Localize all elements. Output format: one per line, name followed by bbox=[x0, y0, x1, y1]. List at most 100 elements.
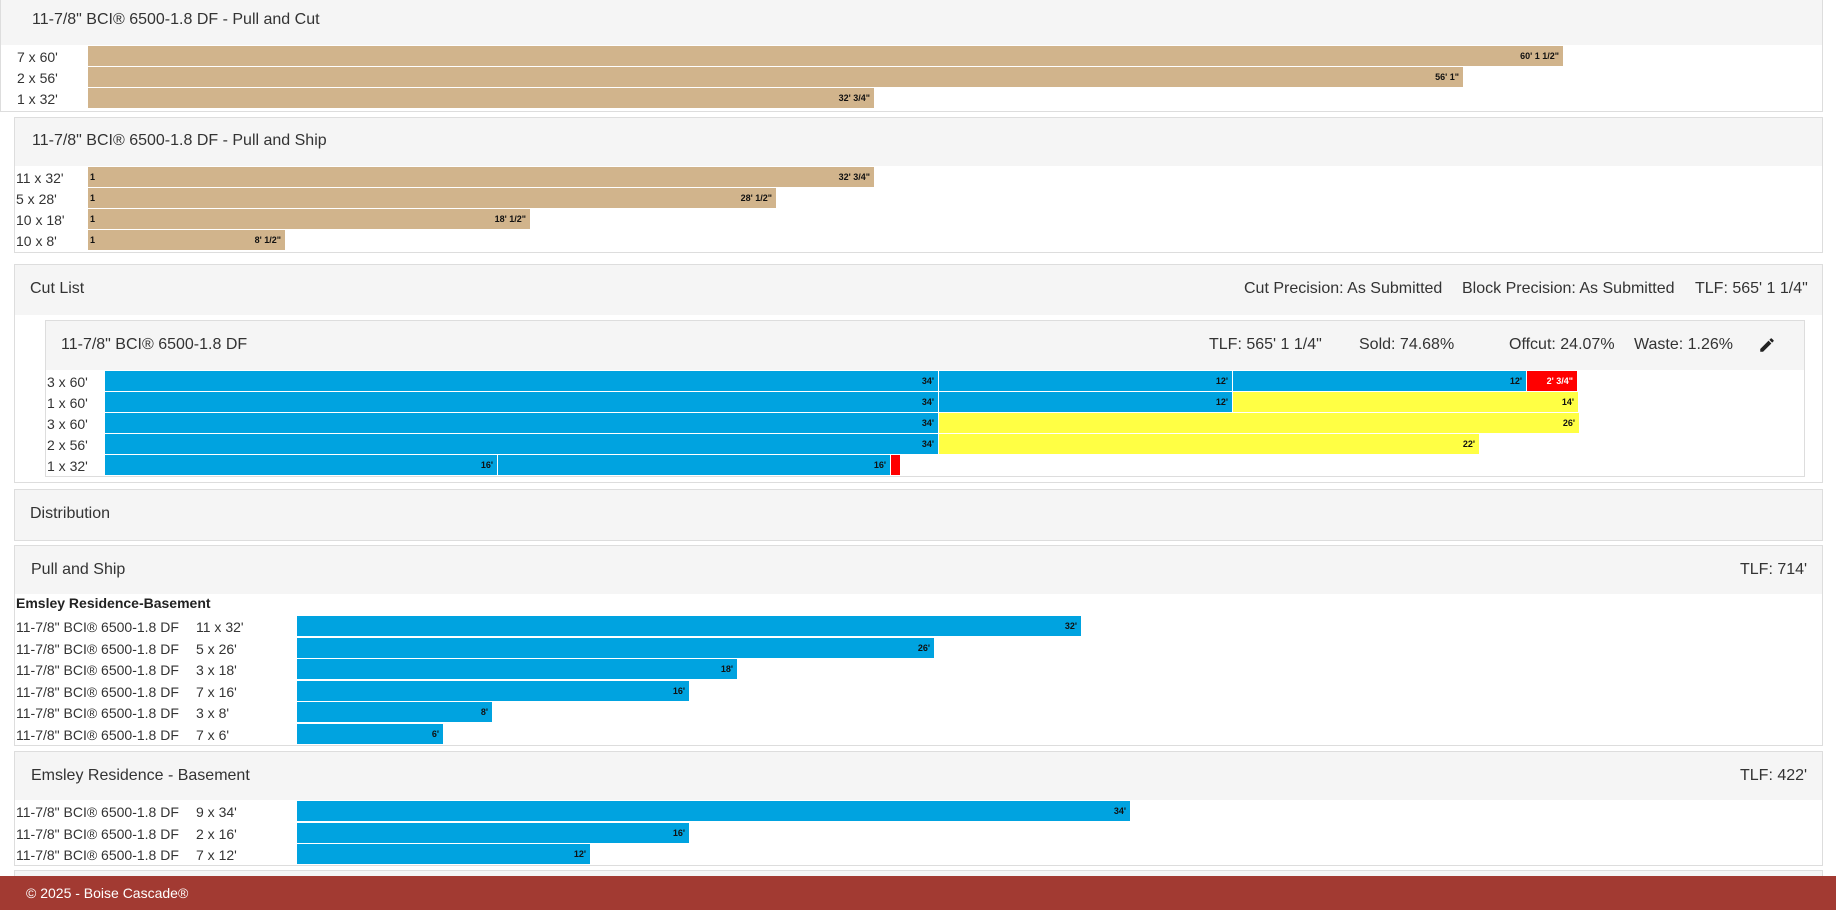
cut-row-label: 3 x 60' bbox=[47, 374, 88, 390]
stock-count: 1 bbox=[90, 235, 96, 245]
distribution-title: Distribution bbox=[30, 505, 111, 522]
emsley-basement-panel: Emsley Residence - Basement TLF: 422' 11… bbox=[14, 751, 1823, 866]
pencil-icon[interactable] bbox=[1758, 336, 1776, 354]
block-precision: Block Precision: As Submitted bbox=[1462, 280, 1675, 297]
offcut-segment: 26' bbox=[939, 413, 1579, 433]
cut-segment-label: 34' bbox=[921, 439, 934, 449]
dist-product: 11-7/8" BCI® 6500-1.8 DF bbox=[16, 619, 179, 635]
dist-qty: 11 x 32' bbox=[196, 619, 244, 635]
pull-and-cut-panel: 11-7/8" BCI® 6500-1.8 DF - Pull and Cut … bbox=[0, 0, 1823, 112]
cut-segment-label: 16' bbox=[480, 460, 493, 470]
pull-and-cut-header: 11-7/8" BCI® 6500-1.8 DF - Pull and Cut bbox=[1, 0, 1822, 45]
stock-count: 1 bbox=[90, 214, 96, 224]
stock-count: 1 bbox=[90, 172, 96, 182]
stock-count: 1 bbox=[90, 193, 96, 203]
dist-bar-label: 8' bbox=[480, 707, 488, 717]
cut-segment: 16' bbox=[105, 455, 497, 475]
stock-bar: 60' 1 1/2" bbox=[88, 46, 1563, 66]
dist-pull-ship-panel: Pull and Ship TLF: 714' Emsley Residence… bbox=[14, 545, 1823, 746]
cut-list-title: Cut List bbox=[30, 280, 85, 297]
cut-segment: 12' bbox=[939, 392, 1232, 412]
cut-row-label: 1 x 32' bbox=[47, 458, 88, 474]
emsley-basement-header: Emsley Residence - Basement TLF: 422' bbox=[15, 752, 1822, 800]
stock-bar-label: 18' 1/2" bbox=[494, 214, 526, 224]
stock-row: 1 x 32' 32' 3/4" bbox=[1, 88, 1822, 109]
dist-row: 11-7/8" BCI® 6500-1.8 DF 3 x 8' 8' bbox=[0, 702, 1822, 723]
cut-row: 1 x 60' 34' 12' 14' bbox=[46, 392, 1804, 413]
distribution-header: Distribution bbox=[15, 490, 1822, 540]
stock-row: 11 x 32' 1 32' 3/4" bbox=[15, 167, 1822, 188]
dist-qty: 7 x 12' bbox=[196, 847, 237, 863]
stock-row-label: 10 x 18' bbox=[16, 212, 65, 228]
dist-product: 11-7/8" BCI® 6500-1.8 DF bbox=[16, 847, 179, 863]
dist-bar: 34' bbox=[297, 801, 1130, 821]
dist-pull-ship-title: Pull and Ship bbox=[31, 561, 126, 578]
stock-row-label: 1 x 32' bbox=[17, 91, 58, 107]
cut-list-tlf: TLF: 565' 1 1/4" bbox=[1695, 280, 1808, 297]
cut-segment-label: 12' bbox=[1509, 376, 1522, 386]
cut-segment-label: 34' bbox=[921, 397, 934, 407]
stock-row: 5 x 28' 1 28' 1/2" bbox=[15, 188, 1822, 209]
waste-segment: 2' 3/4" bbox=[1527, 371, 1577, 391]
cut-row: 3 x 60' 34' 26' bbox=[46, 413, 1804, 434]
stock-bar: 1 28' 1/2" bbox=[88, 188, 776, 208]
dist-product: 11-7/8" BCI® 6500-1.8 DF bbox=[16, 705, 179, 721]
stock-row-label: 10 x 8' bbox=[16, 233, 57, 249]
product-title: 11-7/8" BCI® 6500-1.8 DF bbox=[61, 336, 248, 353]
stock-bar: 32' 3/4" bbox=[88, 88, 874, 108]
distribution-panel: Distribution bbox=[14, 489, 1823, 541]
stock-row-label: 7 x 60' bbox=[17, 49, 58, 65]
product-tlf: TLF: 565' 1 1/4" bbox=[1209, 336, 1322, 353]
cut-segment: 12' bbox=[939, 371, 1232, 391]
dist-bar: 12' bbox=[297, 844, 590, 864]
waste-segment-label: 2' 3/4" bbox=[1546, 376, 1573, 386]
cut-segment: 34' bbox=[105, 371, 938, 391]
cut-row-label: 3 x 60' bbox=[47, 416, 88, 432]
cut-segment-label: 12' bbox=[1215, 376, 1228, 386]
stock-row-label: 5 x 28' bbox=[16, 191, 57, 207]
dist-bar: 16' bbox=[297, 681, 689, 701]
pull-and-ship-panel: 11-7/8" BCI® 6500-1.8 DF - Pull and Ship… bbox=[14, 117, 1823, 253]
dist-bar-label: 16' bbox=[672, 828, 685, 838]
dist-product: 11-7/8" BCI® 6500-1.8 DF bbox=[16, 641, 179, 657]
dist-bar: 18' bbox=[297, 659, 737, 679]
dist-row: 11-7/8" BCI® 6500-1.8 DF 11 x 32' 32' bbox=[0, 616, 1822, 637]
cut-row: 3 x 60' 34' 12' 12' 2' 3/4" bbox=[46, 371, 1804, 392]
cut-segment: 16' bbox=[498, 455, 890, 475]
offcut-segment-label: 14' bbox=[1561, 397, 1574, 407]
offcut-segment: 22' bbox=[939, 434, 1479, 454]
cut-segment-label: 34' bbox=[921, 418, 934, 428]
cut-row-label: 1 x 60' bbox=[47, 395, 88, 411]
dist-pull-ship-header: Pull and Ship TLF: 714' bbox=[15, 546, 1822, 594]
dist-row: 11-7/8" BCI® 6500-1.8 DF 7 x 12' 12' bbox=[0, 844, 1822, 865]
stock-row: 7 x 60' 60' 1 1/2" bbox=[1, 46, 1822, 67]
job-group-label: Emsley Residence-Basement bbox=[16, 595, 211, 611]
stock-bar: 1 8' 1/2" bbox=[88, 230, 285, 250]
cut-segment: 34' bbox=[105, 392, 938, 412]
cut-row-label: 2 x 56' bbox=[47, 437, 88, 453]
dist-row: 11-7/8" BCI® 6500-1.8 DF 9 x 34' 34' bbox=[0, 801, 1822, 822]
dist-row: 11-7/8" BCI® 6500-1.8 DF 5 x 26' 26' bbox=[0, 638, 1822, 659]
product-cut-panel: 11-7/8" BCI® 6500-1.8 DF TLF: 565' 1 1/4… bbox=[45, 320, 1805, 477]
dist-bar-label: 12' bbox=[573, 849, 586, 859]
dist-qty: 7 x 16' bbox=[196, 684, 237, 700]
dist-product: 11-7/8" BCI® 6500-1.8 DF bbox=[16, 804, 179, 820]
stock-bar: 1 18' 1/2" bbox=[88, 209, 530, 229]
cut-list-header: Cut List Cut Precision: As Submitted Blo… bbox=[15, 265, 1822, 315]
offcut-segment-label: 22' bbox=[1462, 439, 1475, 449]
dist-qty: 5 x 26' bbox=[196, 641, 237, 657]
dist-qty: 7 x 6' bbox=[196, 727, 230, 743]
stock-row: 2 x 56' 56' 1" bbox=[1, 67, 1822, 88]
offcut-segment-label: 26' bbox=[1562, 418, 1575, 428]
stock-row-label: 11 x 32' bbox=[16, 170, 64, 186]
stock-bar-label: 8' 1/2" bbox=[254, 235, 281, 245]
waste-percent: Waste: 1.26% bbox=[1634, 336, 1734, 353]
dist-qty: 9 x 34' bbox=[196, 804, 237, 820]
dist-product: 11-7/8" BCI® 6500-1.8 DF bbox=[16, 684, 179, 700]
dist-bar-label: 32' bbox=[1064, 621, 1077, 631]
dist-bar: 26' bbox=[297, 638, 934, 658]
stock-bar-label: 60' 1 1/2" bbox=[1520, 51, 1559, 61]
cut-precision: Cut Precision: As Submitted bbox=[1244, 280, 1443, 297]
dist-bar-label: 18' bbox=[720, 664, 733, 674]
cut-segment-label: 34' bbox=[921, 376, 934, 386]
